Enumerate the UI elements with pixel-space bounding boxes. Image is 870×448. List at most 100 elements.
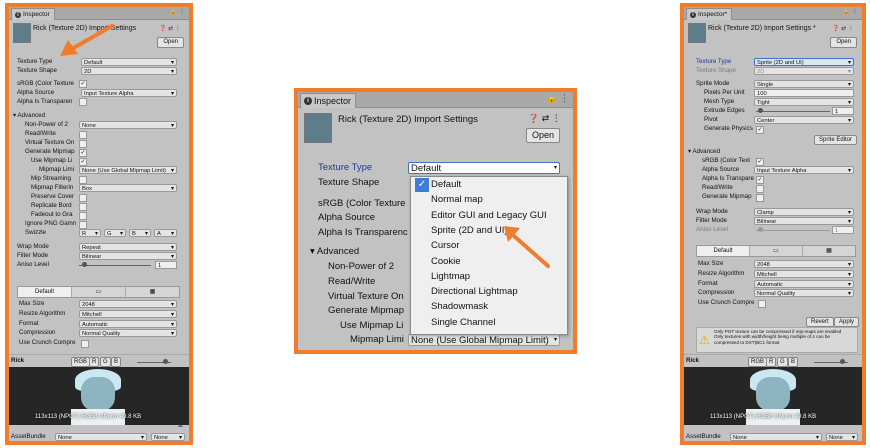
tab-inspector[interactable]: i Inspector [300, 93, 357, 108]
swizzle-r-dropdown[interactable]: R [79, 229, 101, 237]
platform-tab-standalone-icon[interactable]: ▭ [750, 246, 803, 256]
tab-inspector[interactable]: i Inspector* [686, 8, 733, 20]
open-button[interactable]: Open [830, 37, 857, 48]
crunch-checkbox[interactable] [81, 340, 89, 348]
aniso-level-input[interactable]: 1 [155, 261, 177, 269]
filter-mode-dropdown[interactable]: Bilinear [79, 252, 177, 260]
texture-shape-dropdown[interactable]: 2D [81, 67, 177, 75]
platform-tab-default[interactable]: Default [697, 246, 750, 256]
header-icons[interactable]: ❓ ⇄ ⋮ [528, 114, 561, 123]
pixels-per-unit-input[interactable]: 100 [754, 89, 854, 97]
filter-mode-dropdown[interactable]: Bilinear [754, 217, 854, 225]
generate-physics-checkbox[interactable]: ✓ [756, 126, 764, 134]
aniso-slider-knob[interactable] [758, 227, 763, 232]
tab-menu-icons[interactable]: 🔒 ⋮ [546, 93, 569, 104]
extrude-edges-input[interactable]: 1 [832, 107, 854, 115]
header-icons[interactable]: ❓ ⇄ ⋮ [832, 25, 854, 32]
compression-dropdown[interactable]: Normal Quality [754, 289, 854, 297]
swizzle-a-dropdown[interactable]: A [154, 229, 177, 237]
preview-mip-knob[interactable] [163, 359, 168, 364]
ignore-png-gamma-checkbox[interactable] [79, 221, 87, 229]
apply-button[interactable]: Apply [834, 317, 860, 327]
max-size-dropdown[interactable]: 2048 [79, 300, 177, 308]
npot-dropdown[interactable]: None [79, 121, 177, 129]
alpha-source-dropdown[interactable]: Input Texture Alpha [81, 89, 177, 97]
aniso-level-input[interactable]: 1 [832, 226, 854, 234]
texture-shape-dropdown[interactable]: 2D [754, 67, 854, 75]
platform-tab-default[interactable]: Default [18, 287, 72, 297]
texture-type-dropdown[interactable]: Default [81, 58, 177, 66]
open-button[interactable]: Open [157, 37, 184, 48]
texture-type-dropdown[interactable]: Default [408, 162, 560, 174]
resize-algorithm-dropdown[interactable]: Mitchell [79, 310, 177, 318]
generate-mipmap-checkbox[interactable]: ✓ [79, 149, 87, 157]
preview-b-button[interactable]: B [788, 357, 799, 367]
advanced-foldout[interactable]: ▾ Advanced [13, 111, 45, 120]
alpha-transparency-checkbox[interactable]: ✓ [756, 176, 764, 184]
crunch-checkbox[interactable] [758, 300, 766, 308]
cloud-icon[interactable]: ☁ [177, 421, 183, 430]
texture-type-option[interactable]: Cookie [431, 255, 461, 269]
aniso-slider-track[interactable] [756, 230, 830, 231]
mip-streaming-checkbox[interactable] [79, 176, 87, 184]
texture-type-option[interactable]: Normal map [431, 193, 483, 207]
tab-inspector[interactable]: i Inspector [11, 8, 55, 20]
mipmap-limit-dropdown[interactable]: None (Use Global Mipmap Limit) [79, 166, 177, 174]
format-dropdown[interactable]: Automatic [79, 320, 177, 328]
advanced-foldout[interactable]: ▾ Advanced [310, 246, 359, 258]
aniso-slider-track[interactable] [79, 265, 151, 266]
mipmap-limit-dropdown[interactable]: None (Use Global Mipmap Limit) [408, 334, 560, 346]
mesh-type-dropdown[interactable]: Tight [754, 98, 854, 106]
sprite-editor-button[interactable]: Sprite Editor [814, 135, 858, 145]
texture-type-option[interactable]: Lightmap [431, 270, 470, 284]
platform-tab-web-icon[interactable]: ▦ [126, 287, 179, 297]
header-icons[interactable]: ❓ ⇄ ⋮ [159, 25, 181, 32]
texture-type-option[interactable]: Directional Lightmap [431, 285, 518, 299]
format-dropdown[interactable]: Automatic [754, 280, 854, 288]
swizzle-b-dropdown[interactable]: B [129, 229, 151, 237]
max-size-dropdown[interactable]: 2048 [754, 260, 854, 268]
virtual-texture-checkbox[interactable] [79, 140, 87, 148]
alpha-source-dropdown[interactable]: Input Texture Alpha [754, 166, 854, 174]
srgb-checkbox[interactable]: ✓ [79, 80, 87, 88]
platform-tab-standalone-icon[interactable]: ▭ [72, 287, 126, 297]
resize-algorithm-dropdown[interactable]: Mitchell [754, 270, 854, 278]
fadeout-checkbox[interactable] [79, 212, 87, 220]
alpha-transparency-checkbox[interactable] [79, 98, 87, 106]
swizzle-g-dropdown[interactable]: G [104, 229, 126, 237]
revert-button[interactable]: Revert [806, 317, 834, 327]
generate-mipmap-checkbox[interactable] [756, 194, 764, 202]
preserve-coverage-checkbox[interactable] [79, 194, 87, 202]
texture-type-option[interactable]: Single Channel [431, 316, 495, 330]
wrap-mode-dropdown[interactable]: Repeat [79, 243, 177, 251]
extrude-slider-knob[interactable] [758, 108, 763, 113]
preview-mip-knob[interactable] [840, 359, 845, 364]
readwrite-checkbox[interactable] [79, 131, 87, 139]
mipmap-filtering-dropdown[interactable]: Box [79, 184, 177, 192]
preview-r-button[interactable]: R [766, 357, 777, 367]
extrude-slider-track[interactable] [756, 111, 830, 112]
wrap-mode-dropdown[interactable]: Clamp [754, 208, 854, 216]
tab-menu-icons[interactable]: 🔒 ⋮ [170, 8, 185, 15]
texture-type-option[interactable]: Default [431, 178, 461, 192]
sprite-mode-dropdown[interactable]: Single [754, 80, 854, 88]
texture-type-dropdown[interactable]: Sprite (2D and UI) [754, 58, 854, 66]
pivot-dropdown[interactable]: Center [754, 116, 854, 124]
aniso-slider-knob[interactable] [82, 262, 87, 267]
srgb-checkbox[interactable]: ✓ [756, 158, 764, 166]
tab-menu-icons[interactable]: 🔒 ⋮ [843, 8, 858, 15]
assetbundle-variant-dropdown[interactable]: None [151, 433, 185, 441]
assetbundle-dropdown[interactable]: None [55, 433, 147, 441]
preview-b-button[interactable]: B [111, 357, 122, 367]
assetbundle-variant-dropdown[interactable]: None [826, 433, 858, 441]
readwrite-checkbox[interactable] [756, 185, 764, 193]
texture-type-option[interactable]: Editor GUI and Legacy GUI [431, 209, 547, 223]
preview-rgb-button[interactable]: RGB [748, 357, 768, 367]
compression-dropdown[interactable]: Normal Quality [79, 329, 177, 337]
replicate-border-checkbox[interactable] [79, 203, 87, 211]
preview-g-button[interactable]: G [100, 357, 111, 367]
assetbundle-dropdown[interactable]: None [730, 433, 822, 441]
preview-r-button[interactable]: R [89, 357, 100, 367]
platform-tab-web-icon[interactable]: ▦ [803, 246, 855, 256]
texture-type-option[interactable]: Shadowmask [431, 300, 488, 314]
